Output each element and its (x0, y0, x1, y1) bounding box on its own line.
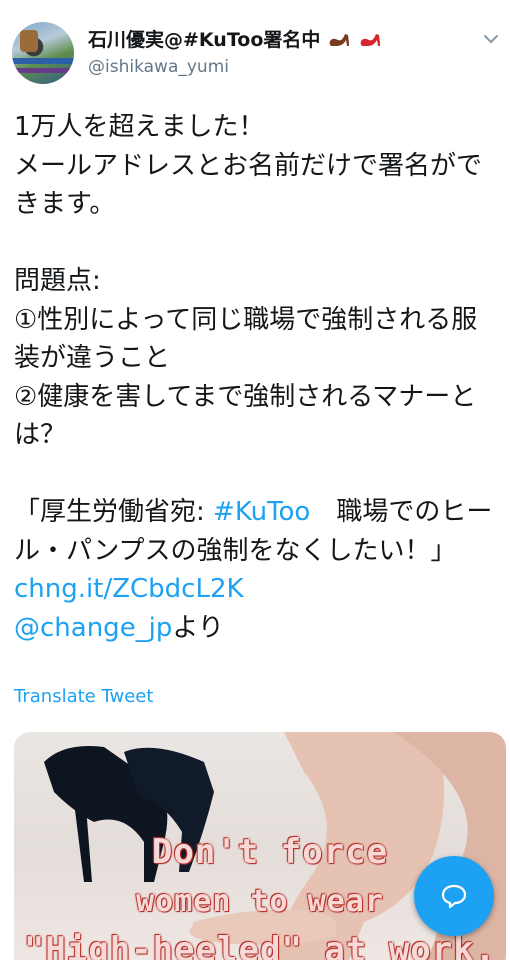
author-display-name[interactable]: 石川優実@#KuToo署名中 (88, 28, 382, 52)
tweet-text: 1万人を超えました！ メールアドレスとお名前だけで署名ができます。 問題点: ①… (14, 108, 502, 647)
high-heel-icon (360, 34, 380, 46)
high-heel-icon (329, 34, 350, 46)
tweet-line: 1万人を超えました！ (14, 112, 265, 142)
speech-bubble-icon (441, 884, 467, 909)
url-link[interactable]: chng.it/ZCbdcL2K (14, 574, 244, 604)
tweet-line: ②健康を害してまで強制されるマナーとは？ (14, 381, 477, 451)
chevron-down-icon[interactable] (480, 28, 502, 50)
tweet-line: メールアドレスとお名前だけで署名ができます。 (14, 150, 483, 220)
tweet-header: 石川優実@#KuToo署名中 @ishikawa_yumi (12, 22, 502, 86)
media-caption-line: "High-heeled" at work. (23, 930, 497, 960)
tweet-line: @change_jpより (14, 609, 502, 648)
tweet-line: ①性別によって同じ職場で強制される服装が違うこと (14, 304, 478, 374)
tweet-detail: 石川優実@#KuToo署名中 @ishikawa_yumi 1万人を超えました！… (0, 0, 510, 960)
display-name-text: 石川優実@#KuToo署名中 (88, 29, 321, 51)
tweet-line: 問題点: (14, 266, 101, 296)
avatar[interactable] (12, 22, 74, 84)
mention-suffix: より (172, 612, 224, 643)
compose-reply-button[interactable] (414, 856, 494, 936)
author-handle[interactable]: @ishikawa_yumi (88, 56, 229, 78)
hashtag-link[interactable]: #KuToo (213, 497, 310, 527)
quote-open-text: 「厚生労働省宛: (14, 497, 214, 527)
mention-link[interactable]: @change_jp (14, 613, 172, 643)
tweet-quote: 「厚生労働省宛: #KuToo 職場でのヒール・パンプスの強制をなくしたい！」 … (14, 493, 502, 609)
translate-tweet-link[interactable]: Translate Tweet (14, 686, 153, 707)
